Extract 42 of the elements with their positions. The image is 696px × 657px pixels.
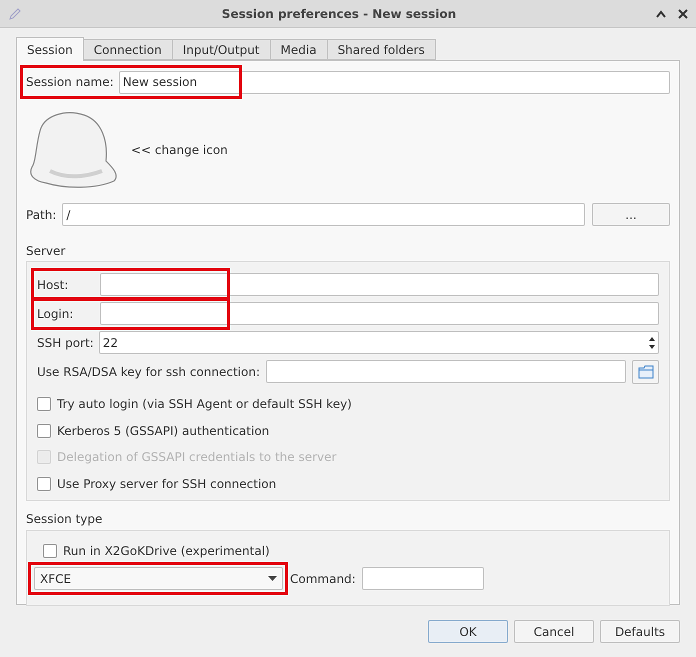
session-type-dropdown[interactable]: XFCE (34, 567, 283, 590)
input-field[interactable] (266, 360, 626, 383)
checkbox-label: Kerberos 5 (GSSAPI) authentication (57, 422, 270, 440)
input-field[interactable]: New session (118, 70, 670, 94)
checkbox[interactable] (43, 544, 57, 558)
input-field[interactable] (100, 273, 659, 296)
collapse-icon[interactable] (656, 10, 666, 18)
tab[interactable]: Media (270, 39, 328, 60)
change-icon-link[interactable]: << change icon (131, 141, 228, 159)
input-field[interactable] (100, 302, 659, 325)
checkbox[interactable] (37, 476, 51, 490)
field-label: Host: (37, 276, 70, 294)
field-label: SSH port: (37, 334, 94, 352)
checkbox-label: Use Proxy server for SSH connection (57, 476, 276, 492)
group-title: Session type (26, 511, 104, 526)
close-icon[interactable] (678, 8, 688, 18)
tab[interactable]: Input/Output (172, 39, 271, 60)
checkbox[interactable] (37, 424, 51, 438)
input-field[interactable]: / (62, 203, 585, 226)
tab[interactable]: Session (16, 37, 84, 61)
field-label: Use RSA/DSA key for ssh connection: (37, 364, 260, 380)
checkbox-label: Try auto login (via SSH Agent or default SSH key) (57, 396, 352, 413)
dialog-button[interactable]: OK (428, 620, 508, 643)
field-label: Session name: (26, 74, 114, 91)
pencil-icon (8, 6, 22, 20)
tab[interactable]: Shared folders (326, 39, 436, 60)
checkbox-label: Run in X2GoKDrive (experimental) (63, 543, 270, 560)
input-field[interactable]: 22 (98, 331, 659, 354)
caret-icon (268, 576, 277, 581)
field-label: Command: (290, 570, 356, 588)
checkbox-label: Delegation of GSSAPI credentials to the server (57, 449, 336, 466)
dialog-button[interactable]: Defaults (600, 620, 680, 643)
folder-button[interactable] (632, 360, 659, 384)
field-label: Path: (26, 206, 56, 224)
group-title: Server (26, 243, 66, 258)
field-label: Login: (37, 306, 74, 322)
tab[interactable]: Connection (82, 39, 173, 60)
window-title: Session preferences - New session (220, 6, 458, 22)
checkbox[interactable] (37, 397, 51, 411)
dialog-button[interactable]: Cancel (514, 620, 594, 643)
browse-button[interactable]: ... (592, 203, 670, 226)
folder-icon (638, 364, 654, 378)
